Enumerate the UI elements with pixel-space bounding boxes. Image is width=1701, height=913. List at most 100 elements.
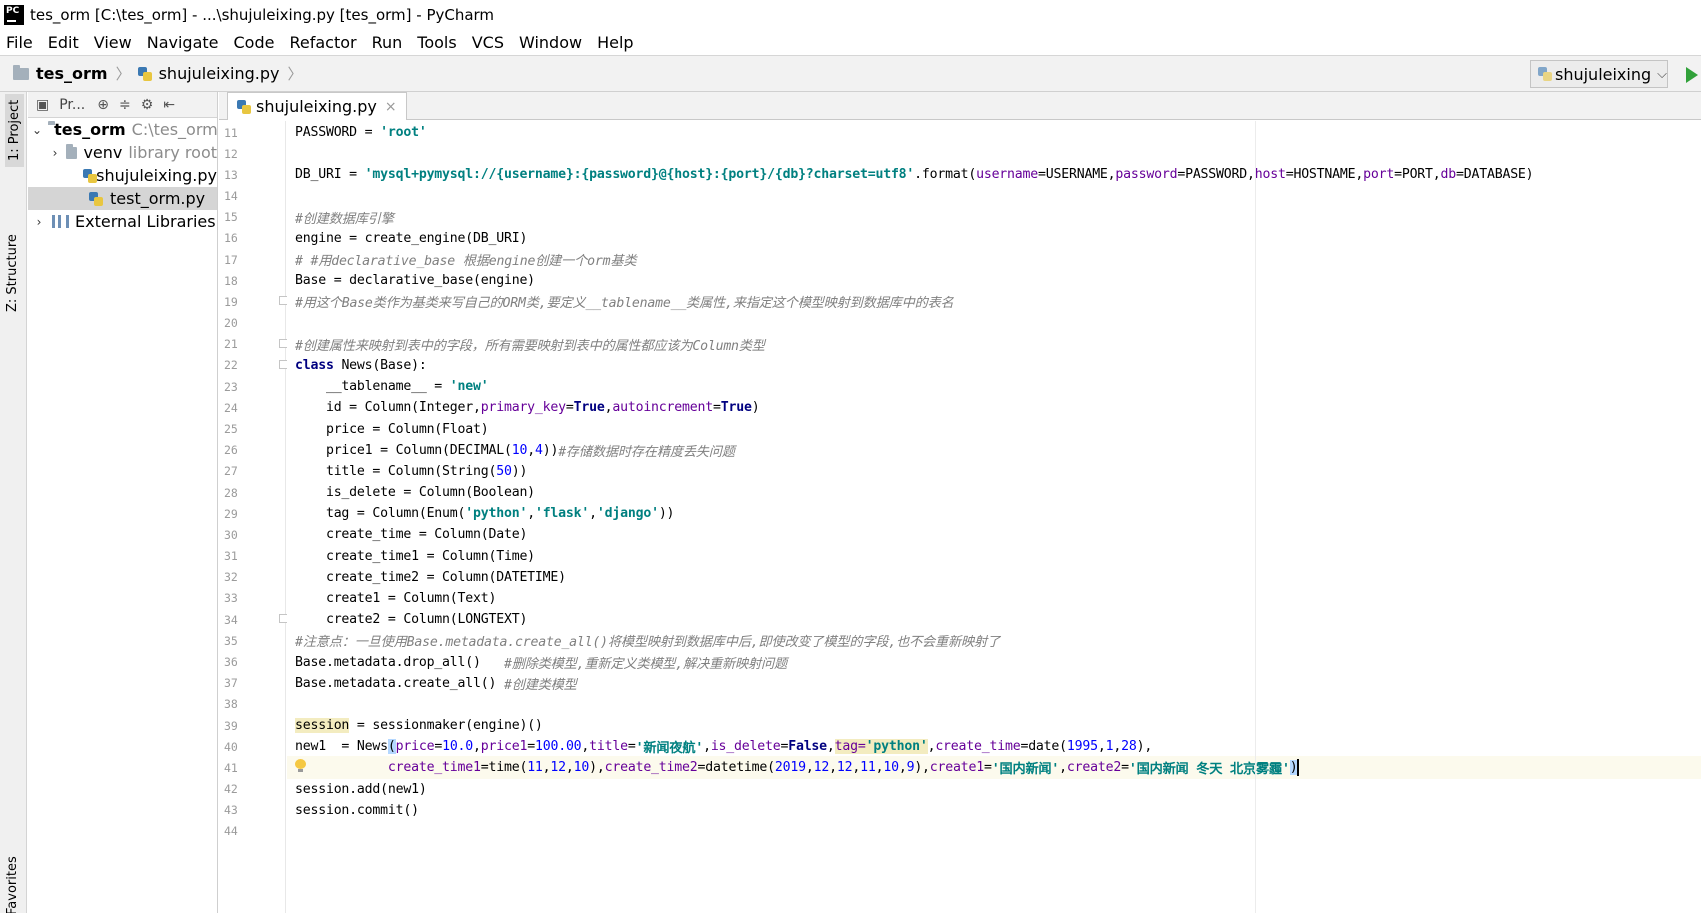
- code-line[interactable]: PASSWORD = 'root': [287, 121, 1701, 144]
- code-token: session: [295, 718, 350, 734]
- code-token: 11: [860, 760, 876, 776]
- tree-item[interactable]: › External Libraries: [28, 210, 217, 233]
- code-token: .format(: [914, 167, 977, 183]
- code-token: ,: [852, 760, 861, 776]
- menu-vcs[interactable]: VCS: [472, 33, 504, 52]
- code-line[interactable]: [287, 312, 1701, 335]
- code-token: create_time2: [604, 760, 698, 776]
- code-token: = sessionmaker(engine)(): [349, 718, 543, 734]
- menu-navigate[interactable]: Navigate: [147, 33, 219, 52]
- project-view-icon[interactable]: ▣: [36, 97, 49, 113]
- menu-help[interactable]: Help: [597, 33, 633, 52]
- chevron-right-icon[interactable]: ›: [32, 215, 46, 229]
- tab-shujuleixing[interactable]: shujuleixing.py ×: [227, 92, 407, 120]
- code-line[interactable]: [287, 142, 1701, 165]
- line-number: 25: [224, 422, 238, 437]
- code-line[interactable]: DB_URI = 'mysql+pymysql://{username}:{pa…: [287, 163, 1701, 186]
- menu-refactor[interactable]: Refactor: [289, 33, 356, 52]
- run-configuration-dropdown[interactable]: shujuleixing ⌵: [1530, 60, 1668, 88]
- code-line[interactable]: create2 = Column(LONGTEXT): [287, 608, 1701, 631]
- code-line[interactable]: is_delete = Column(Boolean): [287, 481, 1701, 504]
- collapse-all-icon[interactable]: ≑: [119, 97, 131, 113]
- breadcrumb-separator: 〉: [287, 65, 303, 83]
- menu-file[interactable]: File: [6, 33, 33, 52]
- line-number: 42: [224, 782, 238, 797]
- code-token: 'mysql+pymysql://{username}:{password}@{…: [364, 167, 915, 183]
- code-line[interactable]: #创建数据库引擎: [287, 206, 1701, 229]
- code-line[interactable]: [287, 820, 1701, 843]
- code-line[interactable]: price1 = Column(DECIMAL(10, 4)) #存储数据时存在精度…: [287, 439, 1701, 462]
- tree-item[interactable]: shujuleixing.py: [28, 164, 217, 187]
- line-number: 28: [224, 485, 238, 500]
- line-number: 20: [224, 316, 238, 331]
- line-number: 30: [224, 527, 238, 542]
- line-number: 23: [224, 379, 238, 394]
- code-line[interactable]: tag = Column(Enum('python','flask','djan…: [287, 502, 1701, 525]
- breadcrumb-file[interactable]: shujuleixing.py: [159, 64, 280, 83]
- lightbulb-icon[interactable]: [295, 759, 306, 773]
- line-number: 39: [224, 718, 238, 733]
- structure-tool-tab[interactable]: Z: Structure: [5, 234, 20, 312]
- tree-item[interactable]: ⌄ tes_orm C:\tes_orm: [28, 118, 217, 141]
- code-token: create_time = Column(Date): [295, 527, 528, 543]
- code-token: Base = declarative_base(engine): [295, 273, 535, 289]
- code-line[interactable]: # #用declarative_base 根据engine创建一个orm基类: [287, 248, 1701, 271]
- code-token: )): [542, 442, 559, 458]
- code-line[interactable]: session.commit(): [287, 799, 1701, 822]
- code-line[interactable]: [287, 693, 1701, 716]
- code-line[interactable]: session = sessionmaker(engine)(): [287, 714, 1701, 737]
- code-line[interactable]: price = Column(Float): [287, 418, 1701, 441]
- close-icon[interactable]: ×: [385, 99, 397, 115]
- code-token: 10: [883, 760, 899, 776]
- code-line[interactable]: #用这个Base类作为基类来写自己的ORM类,要定义__tablename__类…: [287, 290, 1701, 313]
- project-view-selector[interactable]: Pr...: [59, 97, 85, 113]
- left-tool-strip: 1: Project Z: Structure Favorites: [0, 92, 27, 913]
- code-line[interactable]: Base.metadata.create_all() #创建类模型: [287, 672, 1701, 695]
- project-tool-tab[interactable]: 1: Project: [5, 93, 24, 167]
- code-line[interactable]: create_time2 = Column(DATETIME): [287, 566, 1701, 589]
- code-line[interactable]: Base = declarative_base(engine): [287, 269, 1701, 292]
- code-line[interactable]: new1 = News(price = 10.0, price1 = 100.00, tit…: [287, 735, 1701, 758]
- code-line[interactable]: __tablename__ = 'new': [287, 375, 1701, 398]
- code-line[interactable]: class News(Base):: [287, 354, 1701, 377]
- chevron-down-icon[interactable]: ⌄: [32, 123, 42, 137]
- line-number: 41: [224, 760, 238, 775]
- favorites-tool-tab[interactable]: Favorites: [5, 856, 20, 913]
- menu-tools[interactable]: Tools: [417, 33, 456, 52]
- hide-panel-icon[interactable]: ⇤: [163, 97, 175, 113]
- code-line[interactable]: [287, 185, 1701, 208]
- code-token: )): [511, 463, 528, 479]
- code-token: 10.0: [442, 739, 474, 755]
- code-line[interactable]: Base.metadata.drop_all() #删除类模型,重新定义类模型,…: [287, 651, 1701, 674]
- menu-window[interactable]: Window: [519, 33, 582, 52]
- tree-item[interactable]: › venv library root: [28, 141, 217, 164]
- code-line[interactable]: create1 = Column(Text): [287, 587, 1701, 610]
- code-line[interactable]: id = Column(Integer, primary_key = True, aut…: [287, 396, 1701, 419]
- menu-code[interactable]: Code: [234, 33, 275, 52]
- locate-icon[interactable]: ⊕: [97, 97, 109, 113]
- code-line[interactable]: title = Column(String(50)): [287, 460, 1701, 483]
- folder-icon: [13, 64, 29, 80]
- code-line[interactable]: engine = create_engine(DB_URI): [287, 227, 1701, 250]
- code-token: 'root': [380, 125, 427, 140]
- library-icon: [52, 215, 69, 228]
- code-token: price1: [480, 739, 528, 755]
- code-token: primary_key: [480, 400, 566, 416]
- code-line[interactable]: create_time1 = Column(Time): [287, 545, 1701, 568]
- tree-item[interactable]: test_orm.py: [28, 187, 217, 210]
- code-line[interactable]: create_time = Column(Date): [287, 523, 1701, 546]
- menu-view[interactable]: View: [94, 33, 132, 52]
- menu-edit[interactable]: Edit: [48, 33, 79, 52]
- code-line[interactable]: #创建属性来映射到表中的字段，所有需要映射到表中的属性都应该为Column类型: [287, 333, 1701, 356]
- gear-icon[interactable]: ⚙: [141, 97, 154, 113]
- menu-run[interactable]: Run: [372, 33, 403, 52]
- code-token: =date(: [1020, 739, 1067, 755]
- run-button[interactable]: [1686, 67, 1698, 83]
- code-line[interactable]: session.add(new1): [287, 778, 1701, 801]
- code-editor[interactable]: PASSWORD = 'root' DB_URI = 'mysql+pymysql…: [287, 121, 1701, 913]
- chevron-right-icon[interactable]: ›: [50, 146, 60, 160]
- code-line[interactable]: create_time1 =time(11, 12, 10), create_time2…: [287, 756, 1701, 780]
- breadcrumb-project[interactable]: tes_orm: [36, 64, 108, 83]
- code-line[interactable]: #注意点：一旦使用Base.metadata.create_all()将模型映射…: [287, 629, 1701, 652]
